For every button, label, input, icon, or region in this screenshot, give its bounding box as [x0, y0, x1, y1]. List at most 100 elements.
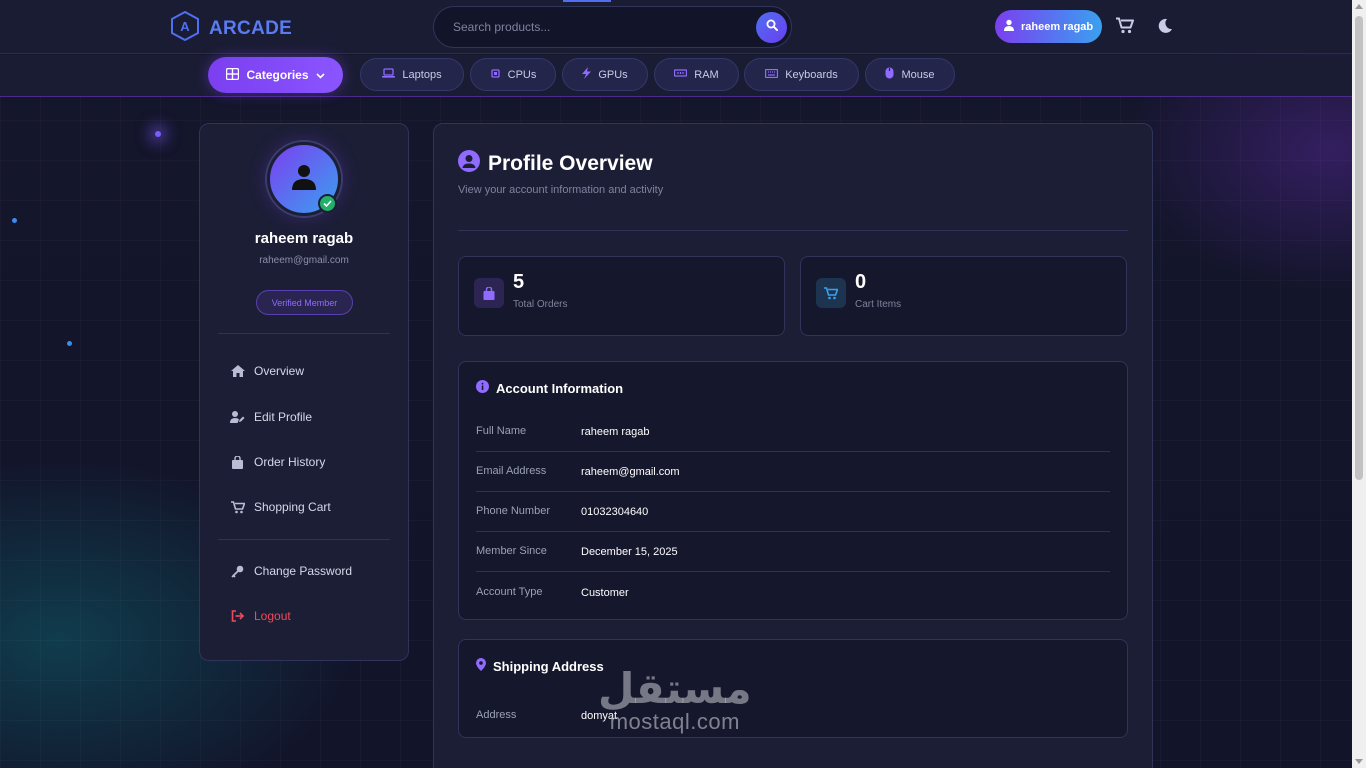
- search-bar: [433, 6, 792, 48]
- user-icon: [1003, 19, 1015, 34]
- divider: [218, 333, 390, 334]
- sidebar-item-label: Edit Profile: [254, 410, 313, 424]
- dark-mode-toggle-icon[interactable]: [1157, 18, 1173, 39]
- user-edit-icon: [230, 411, 245, 423]
- top-header: A ARCADE raheem ragab: [0, 0, 1352, 54]
- chip-label: CPUs: [507, 68, 537, 81]
- info-value: Customer: [581, 587, 629, 599]
- key-icon: [230, 565, 245, 578]
- categories-dropdown-button[interactable]: Categories: [208, 57, 343, 93]
- verified-member-badge: Verified Member: [256, 290, 353, 315]
- svg-text:A: A: [180, 19, 190, 34]
- user-name-label: raheem ragab: [1021, 20, 1094, 33]
- chip-label: Mouse: [901, 68, 935, 81]
- info-label: Phone Number: [476, 505, 550, 517]
- shopping-bag-icon: [230, 455, 245, 469]
- cart-icon: [230, 500, 245, 514]
- mouse-icon: [885, 67, 894, 82]
- info-label: Full Name: [476, 425, 527, 437]
- info-value: raheem ragab: [581, 426, 650, 438]
- page-title: Profile Overview: [458, 150, 653, 178]
- category-chip-mouse[interactable]: Mouse: [865, 58, 955, 91]
- profile-name: raheem ragab: [254, 230, 354, 247]
- category-chip-laptops[interactable]: Laptops: [360, 58, 464, 91]
- scrollbar-thumb[interactable]: [1355, 16, 1363, 480]
- info-row-account-type: Account Type Customer: [476, 573, 1110, 613]
- sidebar-item-order-history[interactable]: Order History: [230, 455, 325, 469]
- sidebar-item-overview[interactable]: Overview: [230, 364, 304, 378]
- info-row-member-since: Member Since December 15, 2025: [476, 532, 1110, 572]
- info-label: Address: [476, 709, 517, 721]
- laptop-icon: [382, 68, 396, 81]
- glow-dot: [12, 218, 17, 223]
- info-value: 01032304640: [581, 506, 649, 518]
- stat-card-cart-items: 0 Cart Items: [800, 256, 1127, 336]
- account-information-card: Account Information Full Name raheem rag…: [458, 361, 1128, 620]
- info-row-full-name: Full Name raheem ragab: [476, 412, 1110, 452]
- info-label: Account Type: [476, 586, 543, 598]
- search-icon: [766, 18, 778, 36]
- glow-dot: [155, 131, 161, 137]
- profile-overview-panel: Profile Overview View your account infor…: [433, 123, 1153, 768]
- stat-label: Cart Items: [855, 299, 902, 310]
- chip-label: GPUs: [598, 68, 628, 81]
- card-title-text: Account Information: [496, 380, 624, 396]
- card-title-text: Shipping Address: [493, 658, 604, 674]
- stat-value: 5: [513, 271, 525, 293]
- category-chip-cpus[interactable]: CPUs: [470, 58, 556, 91]
- scroll-down-arrow-icon[interactable]: [1355, 759, 1363, 764]
- info-value: raheem@gmail.com: [581, 466, 680, 478]
- sidebar-item-label: Order History: [254, 455, 326, 469]
- cpu-icon: [490, 68, 501, 82]
- sidebar-item-edit-profile[interactable]: Edit Profile: [230, 410, 312, 424]
- keyboard-icon: [765, 68, 779, 81]
- info-label: Member Since: [476, 545, 547, 557]
- shopping-bag-icon: [474, 278, 504, 308]
- page-subtitle: View your account information and activi…: [458, 184, 664, 196]
- search-button[interactable]: [756, 11, 787, 43]
- category-chip-keyboards[interactable]: Keyboards: [744, 58, 859, 91]
- glow-dot: [67, 341, 72, 346]
- chevron-down-icon: [315, 68, 325, 82]
- card-title: Shipping Address: [476, 658, 604, 674]
- stat-value: 0: [855, 271, 867, 293]
- sidebar-item-shopping-cart[interactable]: Shopping Cart: [230, 500, 331, 514]
- sidebar-item-label: Logout: [254, 609, 291, 623]
- info-row-email: Email Address raheem@gmail.com: [476, 452, 1110, 492]
- info-label: Email Address: [476, 465, 547, 477]
- profile-sidebar: raheem ragab raheem@gmail.com Verified M…: [199, 123, 409, 661]
- category-bar: Categories Laptops CPUs GPUs RAM Keyboar…: [0, 55, 1352, 97]
- info-row-address: Address domyat: [476, 696, 1110, 736]
- chip-label: Laptops: [402, 68, 442, 81]
- cart-icon[interactable]: [1116, 17, 1134, 39]
- angular-logo-icon: A: [170, 10, 200, 46]
- home-icon: [230, 365, 245, 377]
- user-circle-icon: [458, 150, 480, 178]
- scroll-up-arrow-icon[interactable]: [1355, 4, 1363, 9]
- sidebar-item-logout[interactable]: Logout: [230, 609, 291, 623]
- stat-label: Total Orders: [513, 299, 568, 310]
- sidebar-item-change-password[interactable]: Change Password: [230, 564, 352, 578]
- divider: [458, 230, 1128, 231]
- info-value: December 15, 2025: [581, 546, 678, 558]
- page-scrollbar[interactable]: [1352, 0, 1366, 768]
- info-icon: [476, 380, 489, 396]
- cart-icon: [816, 278, 846, 308]
- brand-title: ARCADE: [209, 17, 293, 39]
- verified-check-icon: [318, 194, 337, 213]
- categories-label: Categories: [246, 68, 309, 82]
- memory-icon: [674, 68, 688, 81]
- sidebar-item-label: Overview: [254, 364, 305, 378]
- bolt-icon: [582, 67, 592, 82]
- category-chip-ram[interactable]: RAM: [654, 58, 739, 91]
- brand-logo[interactable]: A ARCADE: [170, 10, 293, 46]
- search-input[interactable]: [434, 20, 756, 34]
- grid-icon: [226, 67, 240, 83]
- info-row-phone: Phone Number 01032304640: [476, 492, 1110, 532]
- user-menu-button[interactable]: raheem ragab: [995, 10, 1102, 43]
- divider: [218, 539, 390, 540]
- logout-icon: [230, 610, 245, 622]
- category-chip-gpus[interactable]: GPUs: [562, 58, 648, 91]
- chip-label: Keyboards: [785, 68, 838, 81]
- user-icon: [290, 163, 318, 196]
